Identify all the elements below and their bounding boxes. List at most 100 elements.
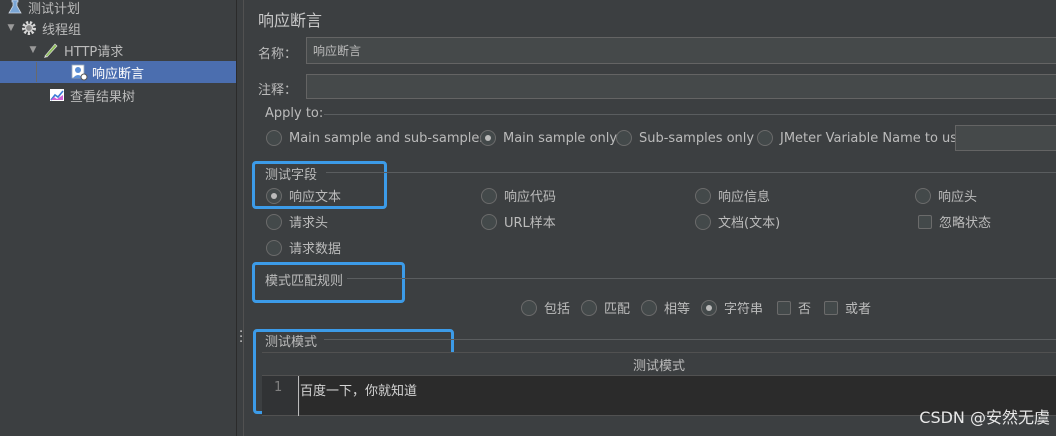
line-number-gutter: 1	[262, 376, 300, 415]
apply-to-variable-radio[interactable]: JMeter Variable Name to use	[757, 130, 965, 146]
radio-label: 响应代码	[504, 190, 557, 205]
radio-label: URL样本	[504, 216, 556, 231]
test-field-divider	[326, 172, 1056, 173]
radio-button[interactable]	[266, 213, 282, 230]
splitter-grip-icon[interactable]: · · ·	[239, 326, 243, 349]
radio-label: 请求数据	[289, 242, 342, 257]
response-assertion-panel: 响应断言 名称： 响应断言 注释： Apply to: Main sample …	[244, 0, 1056, 436]
radio-label: 相等	[664, 302, 691, 317]
text-caret	[298, 376, 299, 416]
chevron-down-icon[interactable]: ▼	[28, 45, 38, 55]
radio-label: 响应头	[938, 190, 978, 205]
column-header-label: 测试模式	[632, 358, 685, 374]
field-response-code-radio[interactable]: 响应代码	[481, 186, 556, 205]
ignore-status-checkbox[interactable]: 忽略状态	[918, 212, 991, 231]
radio-button[interactable]	[266, 130, 282, 146]
radio-label: Sub-samples only	[639, 130, 755, 146]
tree-item-view-results-tree[interactable]: 查看结果树	[0, 84, 236, 106]
radio-label: 响应文本	[289, 190, 342, 205]
pattern-text[interactable]: 百度一下，你就知道	[300, 380, 417, 399]
test-plan-tree: 测试计划 ▼ 线程组 ▼ HTTP请求 响应断言 查看结果树	[0, 0, 236, 436]
rule-or-checkbox[interactable]: 或者	[824, 298, 871, 317]
field-response-text-radio[interactable]: 响应文本	[266, 186, 341, 205]
field-response-headers-radio[interactable]: 响应头	[915, 186, 977, 205]
radio-label: 匹配	[604, 302, 631, 317]
gear-icon	[22, 21, 36, 35]
radio-button[interactable]	[266, 239, 282, 256]
comment-label: 注释：	[258, 83, 298, 98]
pattern-rules-label: 模式匹配规则	[265, 274, 344, 289]
apply-to-main-and-sub-radio[interactable]: Main sample and sub-samples	[266, 130, 486, 146]
radio-label: JMeter Variable Name to use	[780, 130, 966, 146]
pen-icon	[44, 43, 58, 58]
field-url-sampled-radio[interactable]: URL样本	[481, 212, 556, 231]
checkbox-label: 忽略状态	[939, 216, 992, 231]
radio-button[interactable]	[641, 299, 657, 316]
chevron-down-icon[interactable]: ▼	[6, 23, 16, 33]
rule-substring-radio[interactable]: 字符串	[701, 298, 763, 317]
patterns-table-header[interactable]: 测试模式	[262, 352, 1056, 376]
tree-item-http-request[interactable]: ▼ HTTP请求	[0, 39, 236, 61]
checkbox[interactable]	[918, 214, 932, 229]
test-patterns-label: 测试模式	[265, 335, 318, 350]
pattern-rules-divider	[347, 278, 1056, 279]
tree-item-thread-group[interactable]: ▼ 线程组	[0, 17, 236, 39]
apply-to-label: Apply to:	[265, 106, 324, 121]
radio-button-selected[interactable]	[701, 299, 717, 316]
radio-button-selected[interactable]	[480, 130, 496, 146]
rule-matches-radio[interactable]: 匹配	[581, 298, 630, 317]
radio-button[interactable]	[521, 299, 537, 316]
panel-splitter[interactable]: · · ·	[236, 0, 244, 436]
name-field-value: 响应断言	[313, 44, 362, 58]
field-document-text-radio[interactable]: 文档(文本)	[695, 212, 780, 231]
radio-button[interactable]	[757, 130, 773, 146]
checkbox[interactable]	[777, 300, 791, 315]
name-label: 名称：	[258, 47, 298, 62]
radio-button-selected[interactable]	[266, 187, 282, 204]
variable-name-field[interactable]	[955, 125, 1056, 151]
checkbox[interactable]	[824, 300, 838, 315]
radio-label: 请求头	[289, 216, 329, 231]
radio-button[interactable]	[481, 187, 497, 204]
comment-field[interactable]	[306, 74, 1056, 99]
apply-to-sub-only-radio[interactable]: Sub-samples only	[616, 130, 754, 146]
tree-item-label: 测试计划	[28, 1, 81, 17]
apply-to-divider	[324, 114, 1056, 115]
rule-equals-radio[interactable]: 相等	[641, 298, 690, 317]
radio-button[interactable]	[616, 130, 632, 146]
radio-button[interactable]	[695, 187, 711, 204]
page-title: 响应断言	[258, 11, 323, 30]
checkbox-label: 否	[798, 302, 812, 317]
rule-not-checkbox[interactable]: 否	[777, 298, 811, 317]
radio-label: 文档(文本)	[718, 216, 781, 231]
test-plan-icon	[8, 0, 22, 14]
radio-label: 响应信息	[718, 190, 771, 205]
radio-label: 字符串	[724, 302, 764, 317]
tree-item-label: 查看结果树	[70, 89, 136, 105]
field-request-headers-radio[interactable]: 请求头	[266, 212, 328, 231]
tree-item-test-plan[interactable]: 测试计划	[0, 0, 236, 18]
line-number: 1	[274, 380, 283, 395]
radio-label: 包括	[544, 302, 571, 317]
radio-button[interactable]	[915, 187, 931, 204]
radio-button[interactable]	[481, 213, 497, 230]
field-request-data-radio[interactable]: 请求数据	[266, 238, 341, 257]
radio-label: Main sample only	[503, 130, 618, 146]
rule-contains-radio[interactable]: 包括	[521, 298, 570, 317]
tree-item-label: 线程组	[42, 22, 82, 38]
test-patterns-divider	[324, 339, 1056, 340]
radio-label: Main sample and sub-samples	[289, 130, 487, 146]
tree-item-label: 响应断言	[92, 66, 145, 82]
test-field-label: 测试字段	[265, 168, 318, 183]
field-response-message-radio[interactable]: 响应信息	[695, 186, 770, 205]
csdn-watermark: CSDN @安然无虞	[919, 408, 1050, 427]
tree-item-label: HTTP请求	[64, 44, 124, 60]
name-field[interactable]: 响应断言	[306, 37, 1056, 64]
radio-button[interactable]	[581, 299, 597, 316]
checkbox-label: 或者	[845, 302, 872, 317]
tree-guide-line	[36, 62, 37, 82]
chart-icon	[50, 89, 64, 101]
radio-button[interactable]	[695, 213, 711, 230]
assertion-icon	[71, 64, 88, 81]
apply-to-main-only-radio[interactable]: Main sample only	[480, 130, 617, 146]
